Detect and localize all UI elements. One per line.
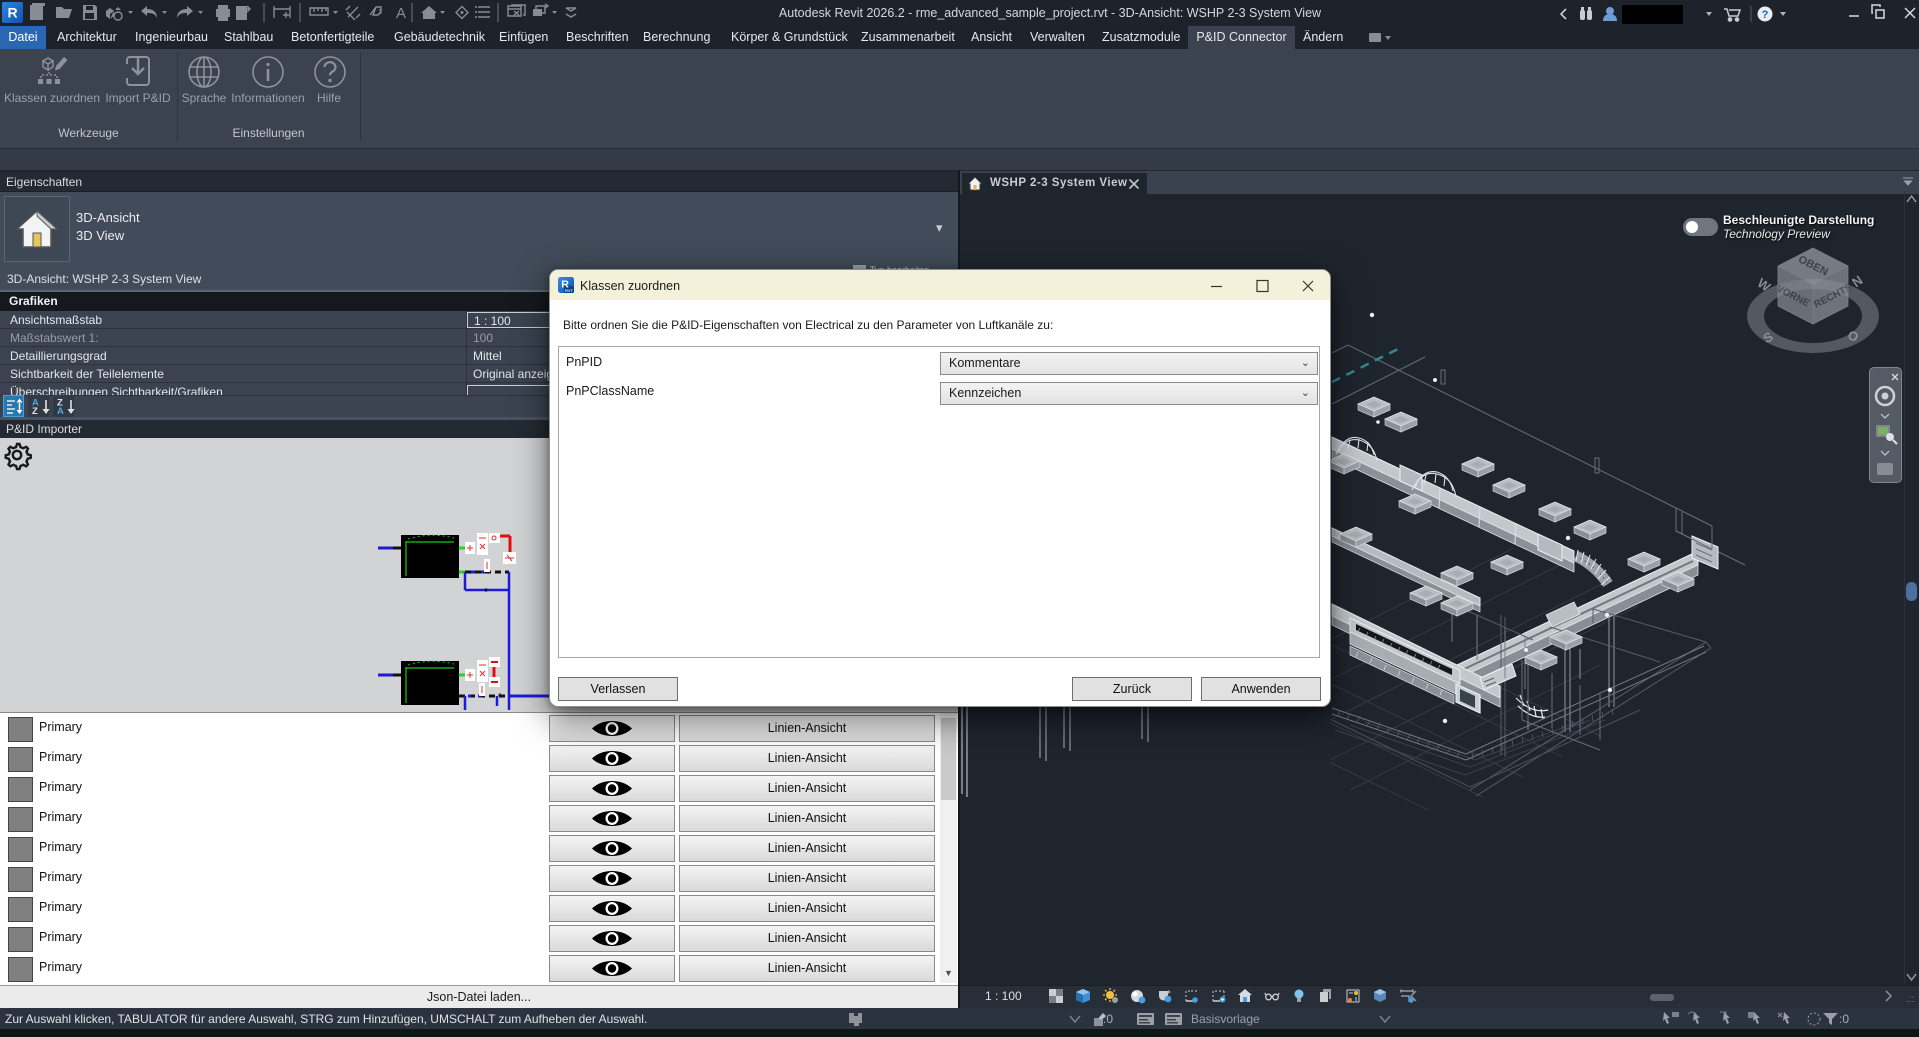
svg-text:RVT: RVT (565, 288, 573, 293)
svg-text:?: ? (1762, 9, 1769, 21)
svg-text:A: A (396, 5, 406, 22)
svg-text:1: 1 (378, 9, 382, 16)
svg-text:Z: Z (32, 406, 38, 415)
svg-text:R: R (7, 5, 17, 21)
svg-text:A: A (57, 406, 64, 415)
